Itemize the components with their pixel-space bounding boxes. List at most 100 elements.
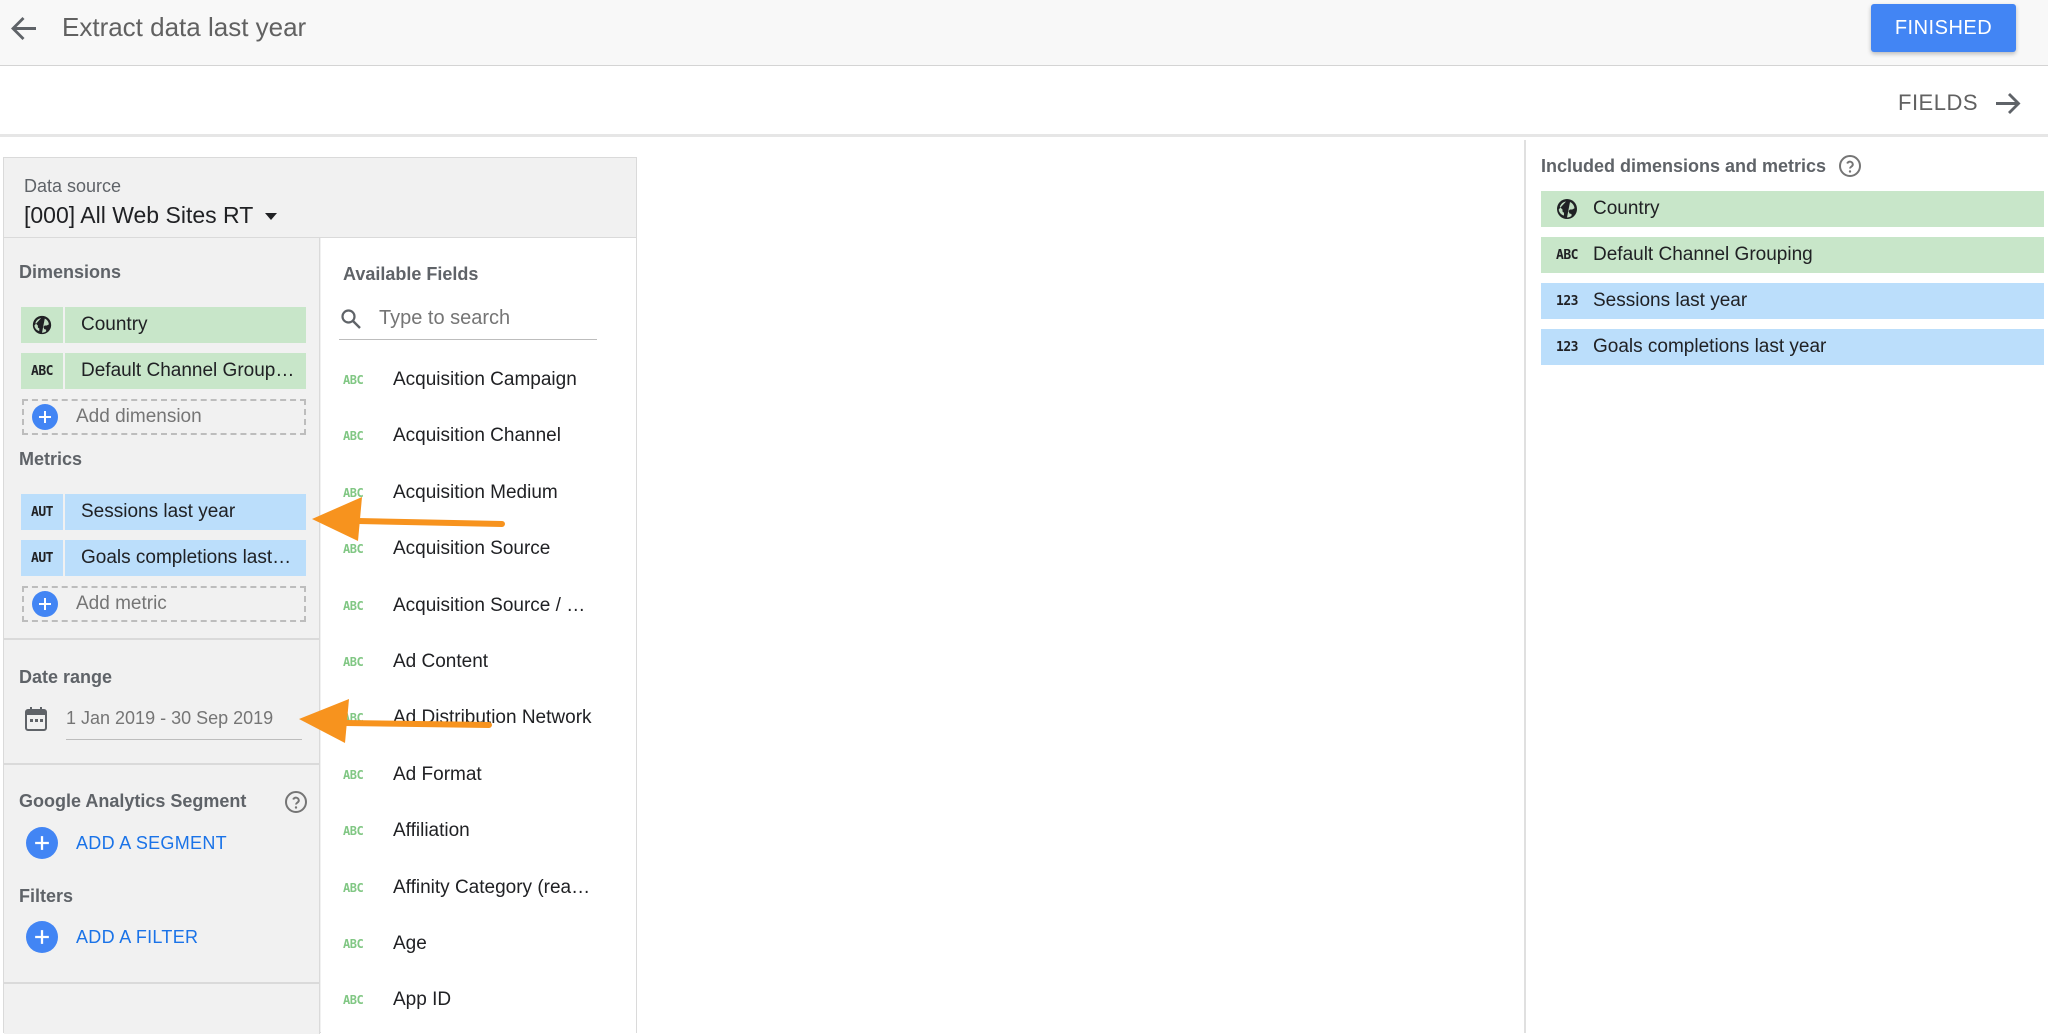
add-dimension-label: Add dimension <box>76 406 202 427</box>
available-field-name: Ad Format <box>393 763 482 785</box>
divider <box>4 982 320 984</box>
fields-panel-toggle[interactable]: FIELDS <box>1898 85 2024 121</box>
plus-icon <box>26 921 58 953</box>
available-field-item[interactable]: ABC App ID <box>343 980 623 1020</box>
available-field-item[interactable]: ABC Acquisition Source / M… <box>343 586 623 626</box>
globe-icon <box>21 307 63 343</box>
available-field-item[interactable]: ABC Affinity Category (reach) <box>343 868 623 908</box>
metric-chip-label: Goals completions last… <box>65 540 306 576</box>
help-icon[interactable] <box>284 790 308 814</box>
text-type-icon: ABC <box>343 485 364 500</box>
included-chip-default-channel-grouping[interactable]: ABC Default Channel Grouping <box>1541 237 2044 273</box>
number-type-icon: 123 <box>1556 293 1578 309</box>
text-type-icon: ABC <box>1556 247 1578 263</box>
fields-label: FIELDS <box>1898 90 1979 115</box>
dropdown-caret-icon <box>265 212 278 220</box>
text-type-icon: ABC <box>343 711 364 726</box>
add-metric-label: Add metric <box>76 593 167 614</box>
text-type-icon: ABC <box>343 880 364 895</box>
dimension-chip-country[interactable]: Country <box>21 307 306 343</box>
available-field-name: Acquisition Medium <box>393 481 558 503</box>
add-metric-button[interactable]: Add metric <box>22 586 306 622</box>
included-chip-country[interactable]: Country <box>1541 191 2044 227</box>
text-type-icon: ABC <box>343 598 364 613</box>
included-chip-label: Country <box>1593 198 1660 219</box>
add-filter-button[interactable]: ADD A FILTER <box>26 920 198 954</box>
dimension-chip-label: Default Channel Group… <box>65 353 306 389</box>
available-field-name: Acquisition Source <box>393 538 551 560</box>
available-field-name: Acquisition Channel <box>393 425 561 447</box>
included-chip-sessions-last-year[interactable]: 123 Sessions last year <box>1541 283 2044 319</box>
search-input[interactable] <box>379 307 579 330</box>
number-type-icon: 123 <box>1556 339 1578 355</box>
data-source-label: Data source <box>24 176 122 196</box>
text-type-icon: ABC <box>343 993 364 1008</box>
text-type-icon: ABC <box>343 373 364 387</box>
finished-button[interactable]: FINISHED <box>1871 4 2016 52</box>
included-chip-goals-completions[interactable]: 123 Goals completions last year <box>1541 329 2044 365</box>
available-field-name: App ID <box>393 989 452 1011</box>
top-bar: Extract data last year FINISHED <box>0 0 2048 66</box>
segment-label: Google Analytics Segment <box>19 791 247 811</box>
filters-label: Filters <box>19 886 74 906</box>
metric-chip-sessions-last-year[interactable]: AUT Sessions last year <box>21 494 306 530</box>
available-field-item[interactable]: ABC Acquisition Medium <box>343 473 623 513</box>
available-fields-column: Available Fields ABC Acquisition Campaign… <box>321 238 636 1034</box>
available-field-item[interactable]: ABC Acquisition Source <box>343 529 623 569</box>
available-field-name: Affinity Category (reach) <box>393 876 593 898</box>
text-type-icon: ABC <box>343 767 364 782</box>
config-column: Dimensions Country ABC Default Channel G… <box>4 238 320 1034</box>
metric-chip-label: Sessions last year <box>65 494 306 530</box>
back-arrow-icon[interactable] <box>6 10 42 46</box>
available-field-item[interactable]: ABC Affiliation <box>343 811 623 851</box>
help-icon[interactable] <box>1838 154 1862 178</box>
available-field-name: Affiliation <box>393 820 470 842</box>
globe-icon <box>1541 197 1593 221</box>
dimension-chip-label: Country <box>65 307 306 343</box>
available-field-name: Acquisition Source / M… <box>393 594 593 616</box>
available-field-item[interactable]: ABC Ad Format <box>343 755 623 795</box>
data-source-value: [000] All Web Sites RT <box>24 201 254 228</box>
available-field-item[interactable]: ABC Age <box>343 924 623 964</box>
add-dimension-button[interactable]: Add dimension <box>22 399 306 435</box>
available-field-name: Ad Distribution Network <box>393 707 592 729</box>
divider <box>4 638 320 640</box>
text-type-icon: ABC <box>343 655 364 669</box>
available-fields-label: Available Fields <box>343 264 479 284</box>
available-field-item[interactable]: ABC Acquisition Channel <box>343 416 623 456</box>
page-title[interactable]: Extract data last year <box>62 12 306 43</box>
dimension-chip-default-channel-grouping[interactable]: ABC Default Channel Group… <box>21 353 306 389</box>
date-range-picker[interactable]: 1 Jan 2019 - 30 Sep 2019 <box>24 698 310 740</box>
sub-toolbar: FIELDS <box>0 67 2048 137</box>
text-type-icon: ABC <box>343 429 364 444</box>
text-type-icon: ABC <box>343 542 364 557</box>
add-segment-button[interactable]: ADD A SEGMENT <box>26 826 227 860</box>
search-icon <box>341 308 361 329</box>
dimensions-label: Dimensions <box>19 262 122 282</box>
arrow-right-icon <box>1996 93 2021 114</box>
metrics-label: Metrics <box>19 449 83 469</box>
available-field-item[interactable]: ABC Acquisition Campaign <box>343 360 623 400</box>
plus-icon <box>32 404 58 430</box>
calendar-icon <box>25 707 47 731</box>
available-field-item[interactable]: ABC Ad Content <box>343 642 623 682</box>
plus-icon <box>32 591 58 617</box>
text-type-icon: ABC <box>21 353 63 389</box>
field-search <box>339 298 597 340</box>
metric-chip-goals-completions[interactable]: AUT Goals completions last… <box>21 540 306 576</box>
included-fields-label: Included dimensions and metrics <box>1541 155 1827 176</box>
date-range-label: Date range <box>19 667 113 687</box>
add-segment-label: ADD A SEGMENT <box>76 832 227 853</box>
available-field-item[interactable]: ABC Ad Distribution Network <box>343 698 623 738</box>
available-field-name: Age <box>393 933 427 954</box>
available-field-name: Ad Content <box>393 651 489 672</box>
plus-icon <box>26 827 58 859</box>
data-source-section: Data source [000] All Web Sites RT <box>4 158 636 238</box>
included-chip-label: Goals completions last year <box>1593 336 1827 357</box>
included-chip-label: Sessions last year <box>1593 290 1748 311</box>
text-type-icon: ABC <box>343 937 364 951</box>
config-panel: Data source [000] All Web Sites RT Dimen… <box>3 157 637 1034</box>
data-source-select[interactable]: [000] All Web Sites RT <box>24 198 278 232</box>
included-chip-label: Default Channel Grouping <box>1593 244 1813 265</box>
included-fields-header: Included dimensions and metrics <box>1541 154 1862 178</box>
